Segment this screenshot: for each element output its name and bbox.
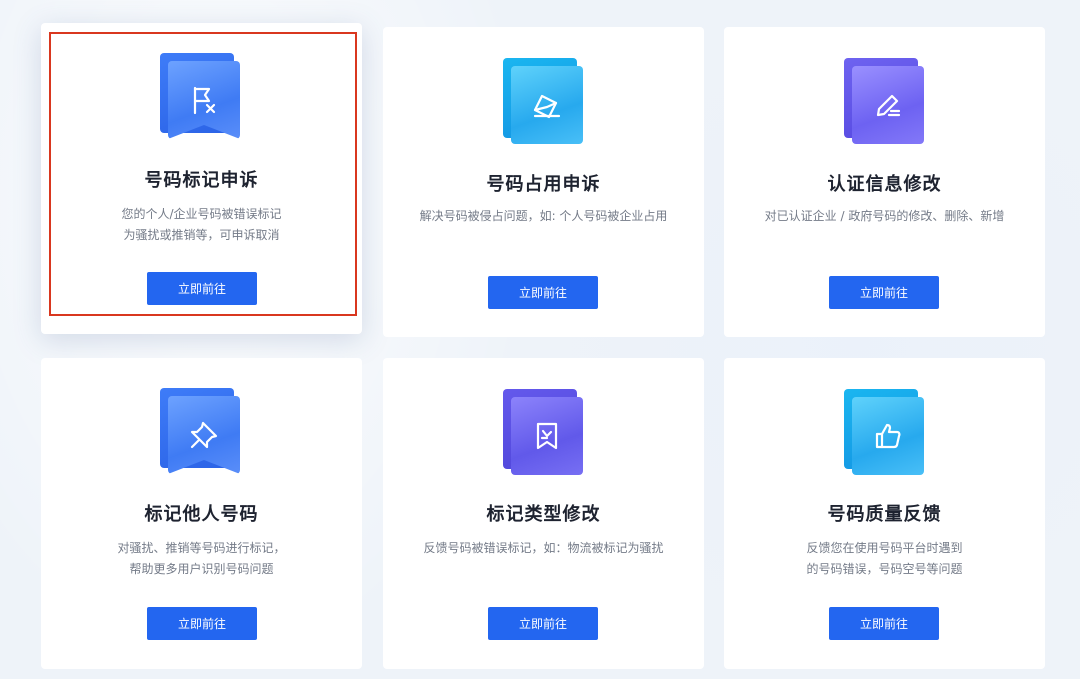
- go-now-button[interactable]: 立即前往: [829, 276, 939, 309]
- card-title: 号码占用申诉: [486, 174, 601, 195]
- card-title: 号码质量反馈: [827, 504, 942, 525]
- thumbs-up-icon: [844, 389, 924, 475]
- go-now-button[interactable]: 立即前往: [488, 276, 598, 309]
- go-now-button[interactable]: 立即前往: [488, 607, 598, 640]
- flag-x-icon: [160, 53, 240, 139]
- go-now-button[interactable]: 立即前往: [147, 272, 257, 305]
- go-now-button[interactable]: 立即前往: [829, 607, 939, 640]
- card-number-occupied-appeal[interactable]: 号码占用申诉 解决号码被侵占问题，如: 个人号码被企业占用 立即前往: [383, 27, 704, 337]
- bookmark-edit-icon: [503, 389, 583, 475]
- card-description-line-2: 的号码错误，号码空号等问题: [806, 562, 963, 576]
- card-description-line-1: 您的个人/企业号码被错误标记: [121, 207, 282, 221]
- card-mark-others-number[interactable]: 标记他人号码 对骚扰、推销等号码进行标记， 帮助更多用户识别号码问题 立即前往: [41, 358, 362, 669]
- card-mark-type-edit[interactable]: 标记类型修改 反馈号码被错误标记，如：物流被标记为骚扰 立即前往: [383, 358, 704, 669]
- card-description-line-1: 反馈您在使用号码平台时遇到: [806, 541, 963, 555]
- card-description-line-1: 解决号码被侵占问题，如: 个人号码被企业占用: [419, 209, 668, 223]
- card-description-line-2: 为骚扰或推销等，可申诉取消: [123, 228, 280, 242]
- card-title: 标记他人号码: [144, 504, 259, 525]
- card-description-line-1: 反馈号码被错误标记，如：物流被标记为骚扰: [423, 541, 664, 555]
- card-certification-info-edit[interactable]: 认证信息修改 对已认证企业 / 政府号码的修改、删除、新增 立即前往: [724, 27, 1045, 337]
- card-description-line-1: 对已认证企业 / 政府号码的修改、删除、新增: [764, 209, 1005, 223]
- envelope-icon: [503, 58, 583, 144]
- card-title: 标记类型修改: [486, 504, 601, 525]
- card-title: 号码标记申诉: [144, 170, 259, 191]
- card-description-line-1: 对骚扰、推销等号码进行标记，: [117, 541, 286, 555]
- card-description-line-2: 帮助更多用户识别号码问题: [129, 562, 274, 576]
- pin-icon: [160, 388, 240, 474]
- edit-pen-icon: [844, 58, 924, 144]
- card-title: 认证信息修改: [827, 174, 942, 195]
- card-number-mark-appeal[interactable]: 号码标记申诉 您的个人/企业号码被错误标记 为骚扰或推销等，可申诉取消 立即前往: [41, 23, 362, 334]
- card-number-quality-feedback[interactable]: 号码质量反馈 反馈您在使用号码平台时遇到 的号码错误，号码空号等问题 立即前往: [724, 358, 1045, 669]
- go-now-button[interactable]: 立即前往: [147, 607, 257, 640]
